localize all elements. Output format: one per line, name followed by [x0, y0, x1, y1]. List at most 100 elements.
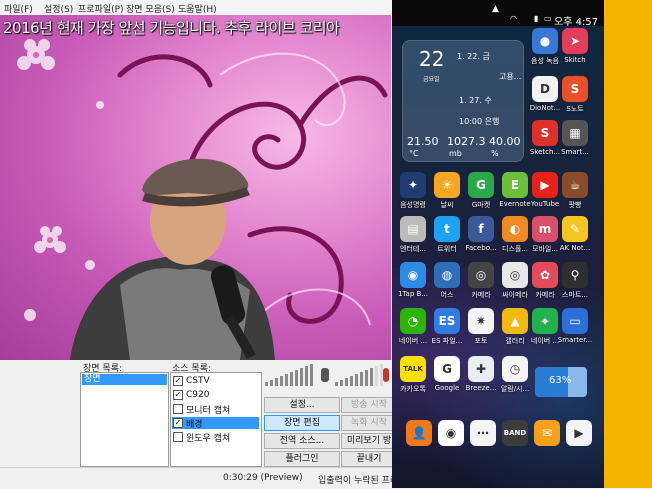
- app-icon[interactable]: ▶: [532, 172, 558, 198]
- app-label: Smarter...: [557, 336, 593, 344]
- app-icon[interactable]: ◎: [502, 262, 528, 288]
- source-list[interactable]: ✓ CSTV ✓ C920 모니터 캡쳐 ✓ 배경 윈도우 캡쳐: [170, 372, 262, 467]
- app-label: 어스: [440, 291, 454, 299]
- chrome-icon[interactable]: ◉: [438, 420, 464, 446]
- phone-status-bar: ▲ ◠ ▮ ▭ 오후 4:57: [392, 0, 604, 28]
- app-label: 음성명령: [400, 201, 426, 209]
- app-icon[interactable]: ⚲: [562, 262, 588, 288]
- edit-scene-button[interactable]: 장면 편집: [264, 415, 340, 431]
- app-icon[interactable]: ▭: [562, 308, 588, 334]
- app-icon[interactable]: ▲: [502, 308, 528, 334]
- app-label: Google: [434, 384, 460, 392]
- app-icon[interactable]: f: [468, 216, 494, 242]
- app-label: G마켓: [471, 201, 491, 209]
- scene-item-selected[interactable]: 장면: [82, 374, 167, 385]
- app-icon[interactable]: ◐: [502, 216, 528, 242]
- app-icon[interactable]: ☕: [562, 172, 588, 198]
- preview-stream-button[interactable]: 미리보기 방: [341, 433, 397, 449]
- widget-event-1: 1. 22. 금: [457, 52, 490, 61]
- app-label: Breeze...: [465, 384, 497, 392]
- status-bar: 0:30:29 (Preview) 입출력이 누락된 프레: [0, 467, 399, 489]
- contacts-icon[interactable]: 👤: [406, 420, 432, 446]
- app-icon[interactable]: ●: [532, 28, 558, 54]
- scene-list[interactable]: 장면: [80, 372, 169, 467]
- status-message: 입출력이 누락된 프레: [318, 476, 399, 486]
- app-icon[interactable]: ☀: [434, 172, 460, 198]
- start-record-button[interactable]: 녹화 시작: [341, 415, 397, 431]
- source-item-selected[interactable]: ✓ 배경: [172, 417, 259, 430]
- start-stream-button[interactable]: 방송 시작: [341, 397, 397, 413]
- battery-widget[interactable]: 63%: [535, 367, 587, 397]
- mic-icon: [383, 368, 389, 382]
- widget-event-1b: 고용...: [499, 72, 522, 81]
- app-icon[interactable]: ◎: [468, 262, 494, 288]
- app-icon[interactable]: ▦: [562, 120, 588, 146]
- plugins-button[interactable]: 플러그인: [264, 451, 340, 467]
- app-icon[interactable]: ◉: [400, 262, 426, 288]
- exit-button[interactable]: 끝내기: [341, 451, 397, 467]
- menu-settings[interactable]: 설정(S): [44, 2, 73, 15]
- app-icon[interactable]: TALK: [400, 356, 426, 382]
- checkbox-unchecked[interactable]: [173, 404, 183, 414]
- checkbox-checked[interactable]: ✓: [173, 418, 183, 428]
- app-label: Facebo...: [465, 244, 497, 252]
- calendar-weather-widget[interactable]: 22 금요일 1. 22. 금 고용... 1. 27. 수 10:00 은행 …: [402, 40, 524, 162]
- app-label: 트위터: [437, 245, 457, 253]
- menu-scene-collection[interactable]: 장면 모음(S): [126, 2, 175, 15]
- app-icon[interactable]: ✦: [400, 172, 426, 198]
- menu-file[interactable]: 파일(F): [4, 2, 33, 15]
- source-item[interactable]: ✓ C920: [173, 389, 209, 401]
- source-item[interactable]: 모니터 캡쳐: [173, 403, 230, 416]
- app-icon[interactable]: ✚: [468, 356, 494, 382]
- app-icon[interactable]: ➤: [562, 28, 588, 54]
- menu-profile[interactable]: 프로파일(P): [78, 2, 124, 15]
- email-icon[interactable]: ✉: [534, 420, 560, 446]
- app-icon[interactable]: E: [502, 172, 528, 198]
- widget-event-3: 10:00 은행: [459, 117, 500, 126]
- app-icon[interactable]: ▤: [400, 216, 426, 242]
- settings-button[interactable]: 설정...: [264, 397, 340, 413]
- signal-icon: ▮: [534, 14, 539, 23]
- app-icon[interactable]: D: [532, 76, 558, 102]
- stream-time: 0:30:29 (Preview): [223, 473, 303, 483]
- app-icon[interactable]: ◔: [400, 308, 426, 334]
- store-icon[interactable]: ▶: [566, 420, 592, 446]
- app-icon[interactable]: S: [532, 120, 558, 146]
- app-label: 카메라: [471, 291, 491, 299]
- widget-date-number: 22: [419, 47, 445, 71]
- checkbox-unchecked[interactable]: [173, 432, 183, 442]
- app-label: 포토: [474, 337, 488, 345]
- widget-pressure-unit: mb: [449, 149, 462, 158]
- widget-date-sub: 금요일: [423, 76, 440, 83]
- app-icon[interactable]: ✷: [468, 308, 494, 334]
- band-icon[interactable]: BAND: [502, 420, 528, 446]
- source-item[interactable]: 윈도우 캡쳐: [173, 431, 230, 444]
- battery-status-icon: ▭: [544, 14, 552, 23]
- checkbox-checked[interactable]: ✓: [173, 376, 183, 386]
- app-icon[interactable]: ✎: [562, 216, 588, 242]
- app-icon[interactable]: ✿: [532, 262, 558, 288]
- app-icon[interactable]: ◍: [434, 262, 460, 288]
- widget-temperature: 21.50: [407, 135, 439, 148]
- app-icon[interactable]: G: [434, 356, 460, 382]
- app-icon[interactable]: S: [562, 76, 588, 102]
- app-label: AK Not...: [559, 244, 591, 252]
- global-sources-button[interactable]: 전역 소스...: [264, 433, 340, 449]
- phone-screen: ▲ ◠ ▮ ▭ 오후 4:57 22 금요일 1. 22. 금 고용... 1.…: [392, 0, 604, 488]
- app-icon[interactable]: ES: [434, 308, 460, 334]
- app-label: 엔터테...: [400, 245, 426, 253]
- widget-humidity-unit: %: [491, 149, 499, 158]
- checkbox-checked[interactable]: ✓: [173, 390, 183, 400]
- app-icon[interactable]: t: [434, 216, 460, 242]
- apps-icon[interactable]: ⋯: [470, 420, 496, 446]
- app-icon[interactable]: ⌖: [532, 308, 558, 334]
- app-icon[interactable]: ◷: [502, 356, 528, 382]
- app-icon[interactable]: G: [468, 172, 494, 198]
- source-item[interactable]: ✓ CSTV: [173, 375, 210, 387]
- widget-pressure: 1027.3: [447, 135, 486, 148]
- app-label: 날씨: [440, 201, 454, 209]
- app-icon[interactable]: m: [532, 216, 558, 242]
- widget-humidity: 40.00: [489, 135, 521, 148]
- app-label: 1Tap B...: [397, 290, 428, 298]
- menu-help[interactable]: 도움말(H): [178, 2, 217, 15]
